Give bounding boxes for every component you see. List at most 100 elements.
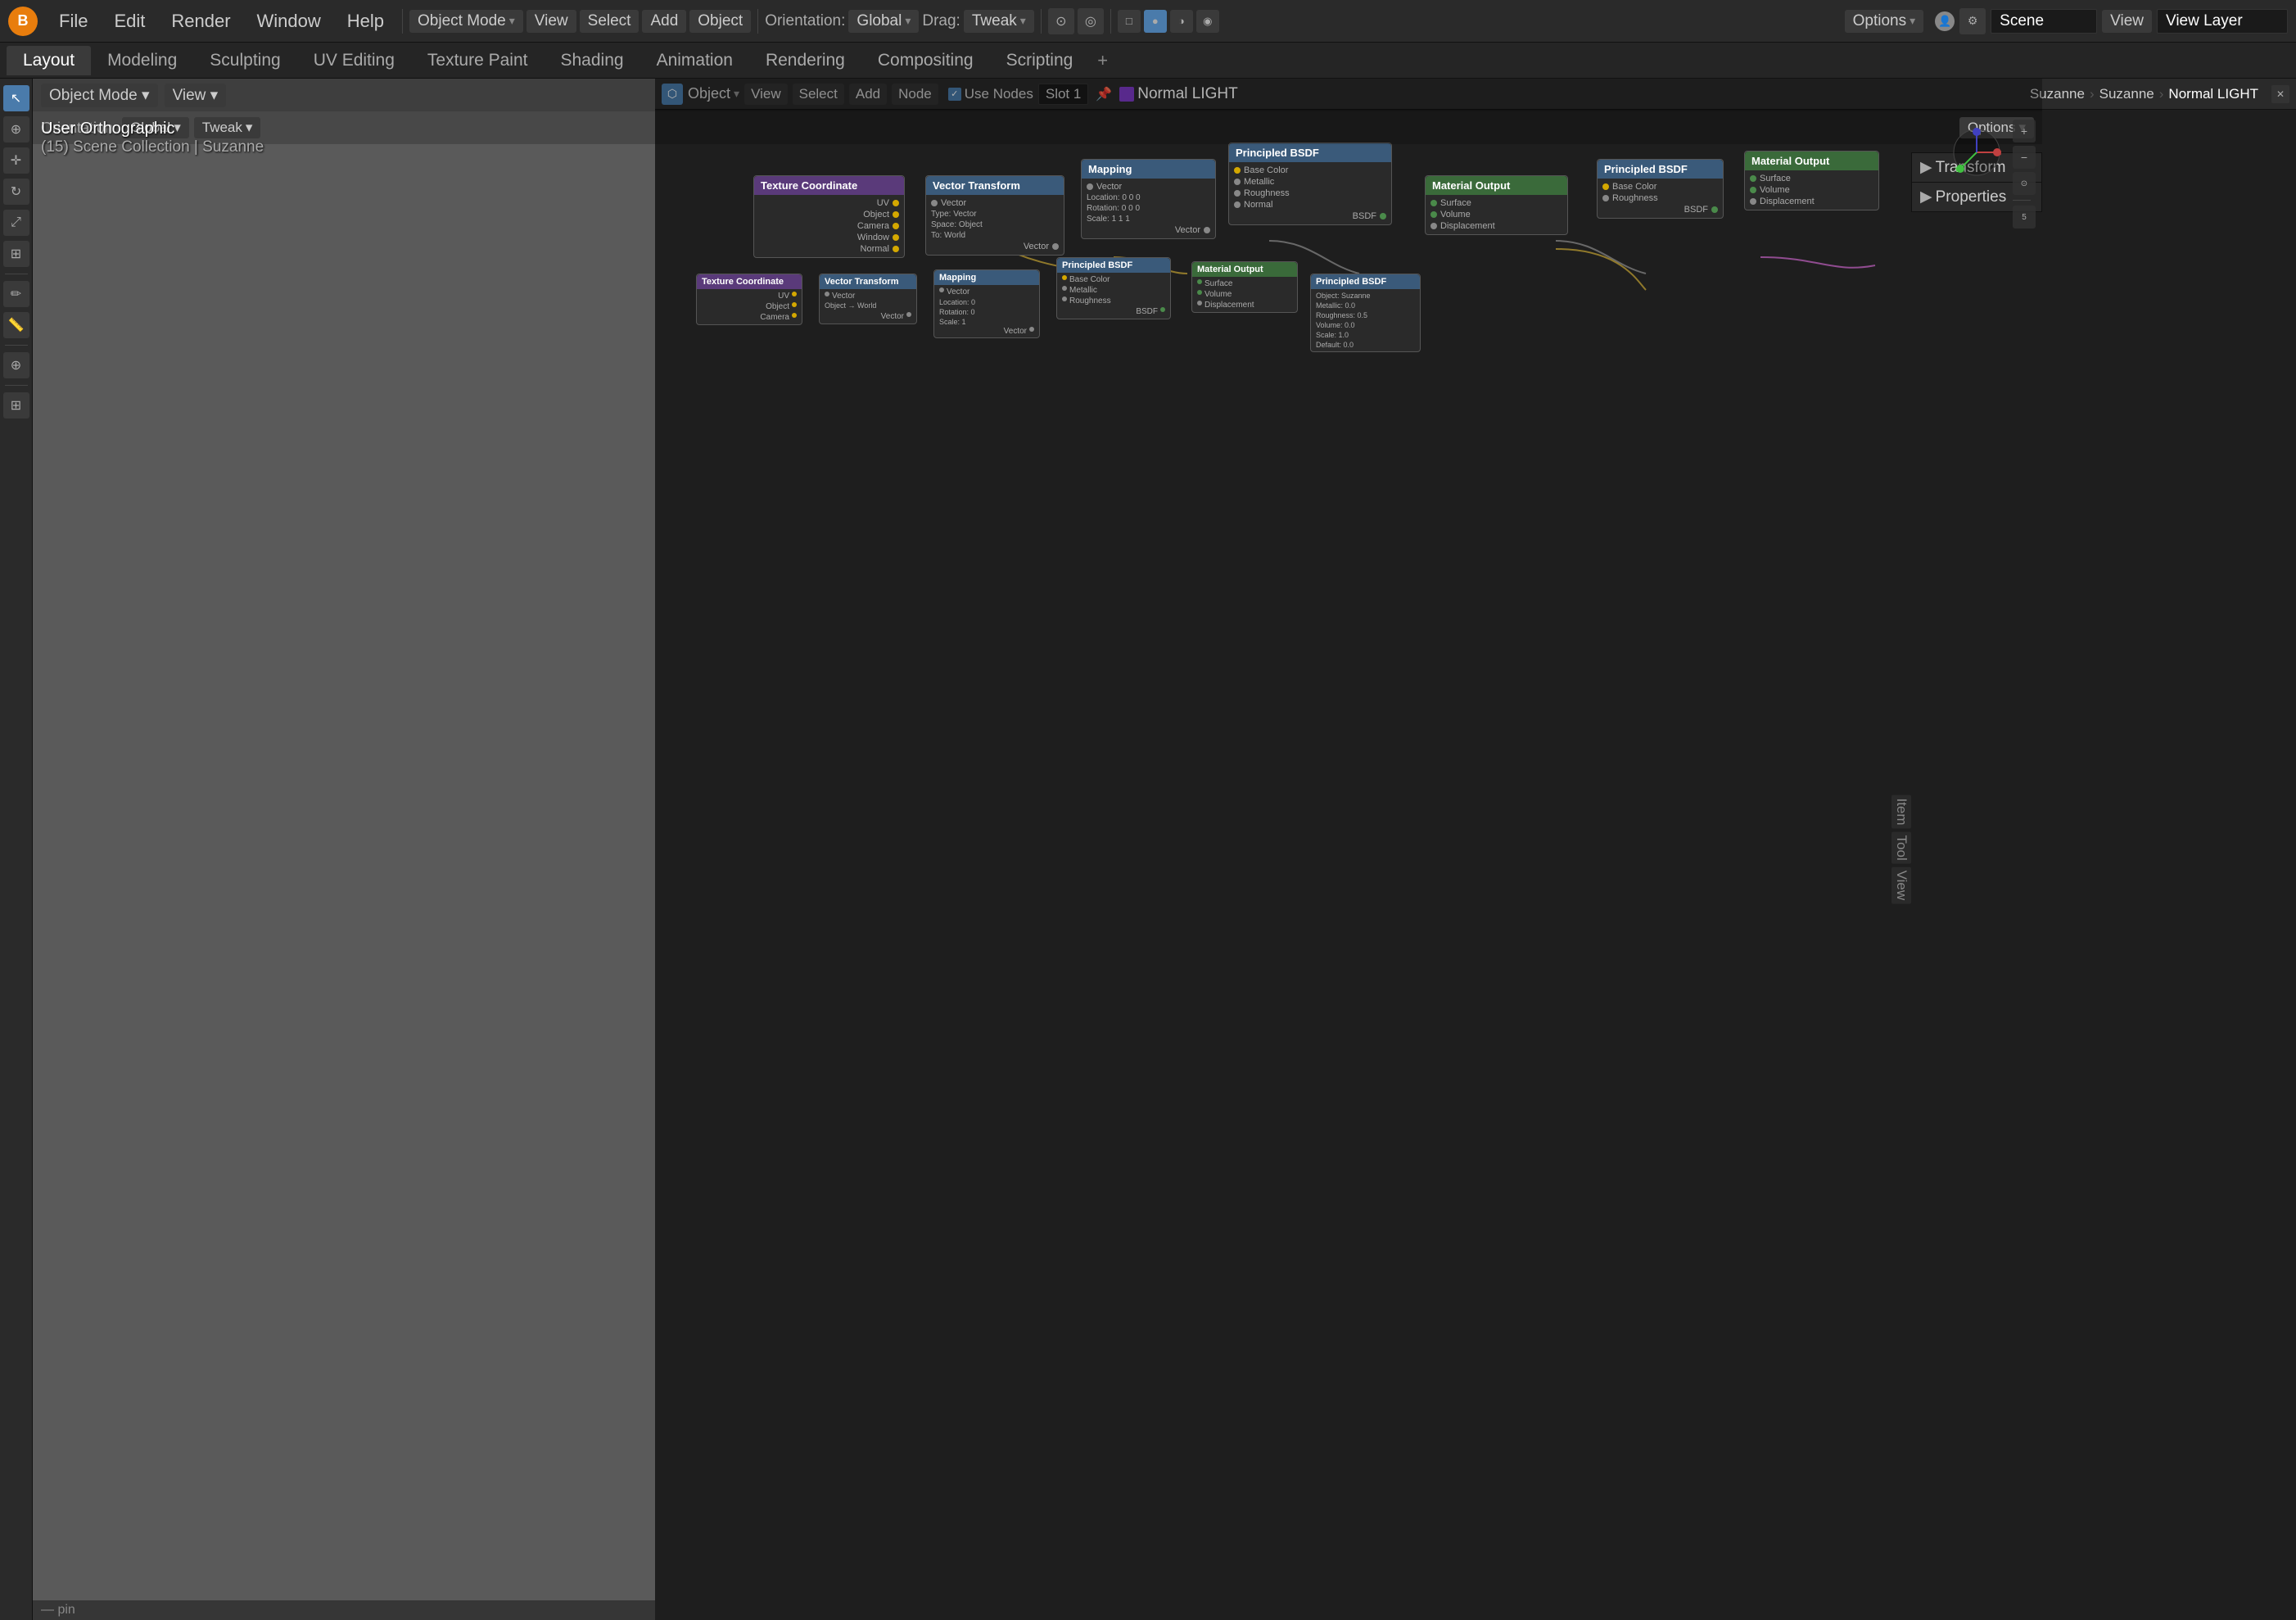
tool-grid[interactable]: ⊞ — [3, 392, 29, 419]
node-vector-transform[interactable]: Vector Transform Vector Type: Vector Spa… — [925, 175, 1064, 256]
map-out-socket — [1204, 227, 1210, 233]
node-cluster-1[interactable]: Principled BSDF Base Color Roughness BSD… — [1597, 159, 1724, 219]
node-canvas[interactable]: Texture Coordinate UV Object Camera Wind… — [655, 110, 2296, 1620]
vt-to: To: World — [931, 230, 1059, 241]
tab-shading[interactable]: Shading — [544, 46, 640, 75]
vp-collection: (15) Scene Collection | Suzanne — [41, 138, 264, 156]
viewport-gizmo[interactable]: X Y Z — [1952, 128, 2001, 177]
wire-shading[interactable]: □ — [1118, 10, 1141, 33]
menu-render[interactable]: Render — [160, 7, 242, 35]
tool-divider-2 — [5, 345, 28, 346]
render-shading[interactable]: ◉ — [1196, 10, 1219, 33]
tab-modeling[interactable]: Modeling — [91, 46, 193, 75]
ne-bc-mat: Normal LIGHT — [2168, 86, 2258, 102]
select-btn[interactable]: Select — [580, 10, 640, 33]
tab-compositing[interactable]: Compositing — [861, 46, 990, 75]
mode-selector[interactable]: Object Mode ▾ — [409, 10, 523, 33]
tab-layout[interactable]: Layout — [7, 46, 91, 75]
node-s3-header: Mapping — [934, 270, 1039, 285]
sidebar-view-label[interactable]: View — [1891, 867, 1911, 904]
menu-edit[interactable]: Edit — [102, 7, 156, 35]
zoom-fit-btn[interactable]: ⊙ — [2013, 172, 2036, 195]
tab-rendering[interactable]: Rendering — [749, 46, 861, 75]
vt-type-row: Vector — [931, 197, 1059, 209]
tool-scale[interactable]: ⤢ — [3, 210, 29, 236]
drag-selector[interactable]: Tweak ▾ — [964, 10, 1034, 33]
orientation-label: Orientation: — [765, 12, 845, 30]
mo-surface-socket — [1430, 200, 1437, 206]
tool-sep — [2013, 200, 2031, 201]
sidebar-tool-label[interactable]: Tool — [1891, 832, 1911, 864]
viewlayer-name-field[interactable] — [2157, 9, 2288, 34]
pbsdf-rough-socket — [1234, 190, 1241, 197]
separator-2 — [757, 9, 758, 34]
node-mo-header: Material Output — [1426, 176, 1567, 195]
node-small-2[interactable]: Vector Transform Vector Object → World V… — [819, 274, 917, 324]
tool-measure[interactable]: 📏 — [3, 312, 29, 338]
viewlayer-btn[interactable]: View — [2102, 10, 2152, 33]
add-workspace-btn[interactable]: + — [1089, 47, 1116, 75]
viewport-header: Object Mode ▾ View ▾ — [33, 79, 2042, 111]
zoom-in-btn[interactable]: + — [2013, 120, 2036, 143]
map-location: Location: 0 0 0 — [1087, 192, 1210, 203]
node-small-5[interactable]: Material Output Surface Volume Displacem… — [1191, 261, 1298, 313]
node-mat-output-2[interactable]: Material Output Surface Volume Displacem… — [1744, 151, 1879, 210]
sidebar-item-label[interactable]: Item — [1891, 795, 1911, 829]
tc-uv-socket — [893, 200, 899, 206]
tc-out-win: Window — [759, 232, 899, 243]
menu-help[interactable]: Help — [336, 7, 395, 35]
svg-text:Z: Z — [1973, 128, 1977, 132]
material-shading[interactable]: ◑ — [1170, 10, 1193, 33]
add-btn[interactable]: Add — [642, 10, 686, 33]
menu-file[interactable]: File — [47, 7, 99, 35]
tool-select-box[interactable]: ↖ — [3, 85, 29, 111]
node-texture-coord[interactable]: Texture Coordinate UV Object Camera Wind… — [753, 175, 905, 258]
tool-transform[interactable]: ⊞ — [3, 241, 29, 267]
node-small-1[interactable]: Texture Coordinate UV Object Camera — [696, 274, 802, 325]
vp-view-dropdown[interactable]: View ▾ — [165, 84, 227, 107]
tab-sculpting[interactable]: Sculpting — [193, 46, 296, 75]
ne-close-btn[interactable]: ✕ — [2271, 85, 2289, 103]
mo-in-volume: Volume — [1430, 209, 1562, 220]
viewport-info: User Orthographic (15) Scene Collection … — [41, 120, 264, 156]
node-s2-header: Vector Transform — [820, 274, 916, 289]
tc-norm-socket — [893, 246, 899, 252]
node-small-4[interactable]: Principled BSDF Base Color Metallic Roug… — [1056, 257, 1171, 319]
snap-btn[interactable]: ⊙ — [1048, 8, 1074, 34]
options-btn[interactable]: Options ▾ — [1845, 10, 1924, 33]
tc-out-uv: UV — [759, 197, 899, 209]
proportional-btn[interactable]: ◎ — [1078, 8, 1104, 34]
zoom-out-btn[interactable]: − — [2013, 146, 2036, 169]
scene-name-field[interactable] — [1991, 9, 2097, 34]
vp-projection: User Orthographic — [41, 120, 264, 138]
view-btn[interactable]: View — [527, 10, 576, 33]
tool-add-obj[interactable]: ⊕ — [3, 352, 29, 378]
node-props-sm[interactable]: Principled BSDF Object: Suzanne Metallic… — [1310, 274, 1421, 352]
tool-cursor[interactable]: ⊕ — [3, 116, 29, 143]
node-mo-body: Surface Volume Displacement — [1426, 195, 1567, 234]
tab-animation[interactable]: Animation — [640, 46, 749, 75]
node-principled[interactable]: Principled BSDF Base Color Metallic Roug… — [1228, 143, 1392, 225]
menu-window[interactable]: Window — [246, 7, 332, 35]
ne-bc-sep1: › — [2090, 86, 2095, 102]
node-small-3[interactable]: Mapping Vector Location: 0 Rotation: 0 S… — [933, 269, 1040, 338]
vp-right-tools: + − ⊙ 5 — [2013, 120, 2036, 229]
object-btn[interactable]: Object — [689, 10, 751, 33]
tool-rotate[interactable]: ↻ — [3, 179, 29, 205]
tool-annotate[interactable]: ✏ — [3, 281, 29, 307]
node-connections-svg — [655, 110, 2296, 1620]
vp-mode-dropdown[interactable]: Object Mode ▾ — [41, 84, 158, 107]
node-material-output[interactable]: Material Output Surface Volume Displacem… — [1425, 175, 1568, 235]
tab-texture-paint[interactable]: Texture Paint — [411, 46, 545, 75]
numpad-5-btn[interactable]: 5 — [2013, 206, 2036, 229]
solid-shading[interactable]: ● — [1144, 10, 1167, 33]
svg-text:X: X — [1998, 150, 2001, 157]
settings-icon[interactable]: ⚙ — [1959, 8, 1986, 34]
node-s4-header: Principled BSDF — [1057, 258, 1170, 273]
node-mapping[interactable]: Mapping Vector Location: 0 0 0 Rotation:… — [1081, 159, 1216, 239]
tab-uv-editing[interactable]: UV Editing — [297, 46, 411, 75]
tab-scripting[interactable]: Scripting — [990, 46, 1090, 75]
tool-move[interactable]: ✛ — [3, 147, 29, 174]
tc-cam-socket — [893, 223, 899, 229]
orientation-selector[interactable]: Global ▾ — [848, 10, 919, 33]
